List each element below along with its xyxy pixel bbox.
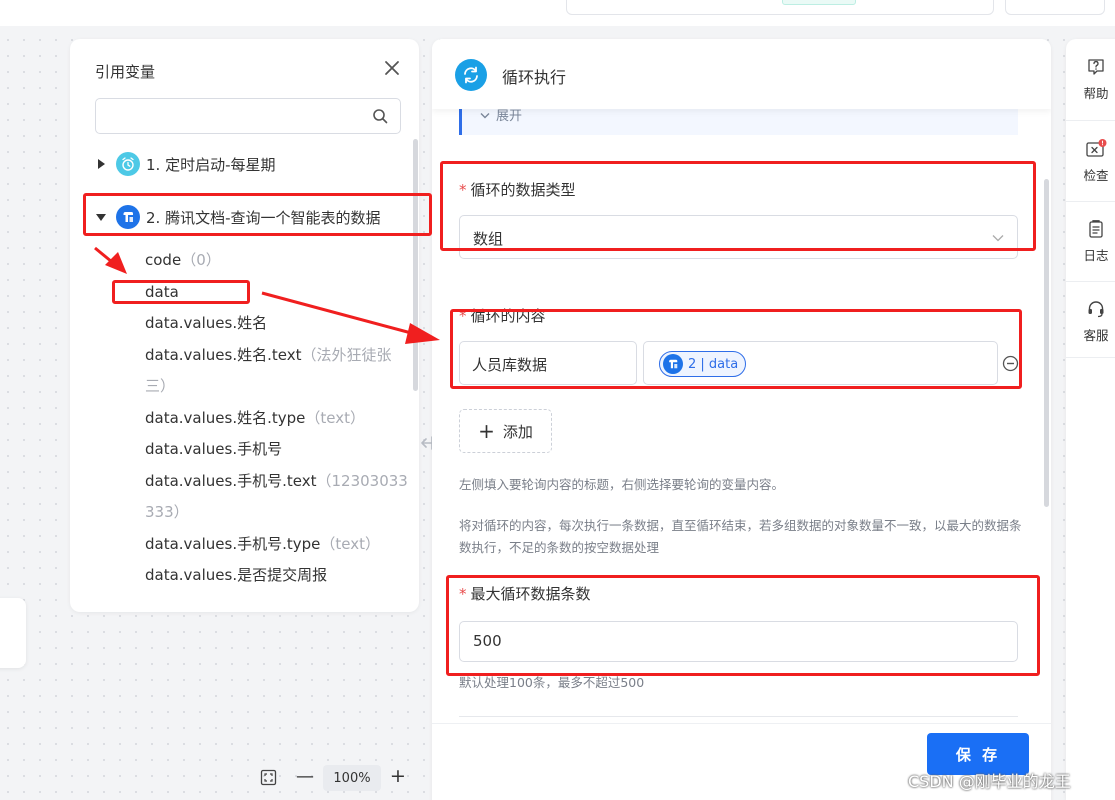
variable-search[interactable] bbox=[95, 98, 401, 134]
right-toolbar: 帮助 检查 日志 客服 bbox=[1066, 39, 1115, 800]
divider bbox=[459, 716, 1018, 717]
panel-title: 引用变量 bbox=[95, 63, 156, 81]
variable-item-phone-type[interactable]: data.values.手机号.type（text） bbox=[145, 529, 380, 560]
search-icon[interactable] bbox=[372, 108, 388, 124]
canvas-node-stub[interactable] bbox=[0, 598, 26, 668]
check-icon bbox=[1086, 138, 1107, 157]
divider bbox=[1066, 357, 1115, 358]
loop-config-panel: 循环执行 展开 * 循环的数据类型 数组 * 循环的内容 人员库数据 2 | dat… bbox=[432, 39, 1051, 800]
help-button[interactable]: 帮助 bbox=[1066, 39, 1115, 119]
tree-node-label: 1. 定时启动-每星期 bbox=[146, 155, 276, 174]
log-icon bbox=[1089, 219, 1103, 238]
variable-item-name-text[interactable]: data.values.姓名.text（法外狂徒张 三） bbox=[145, 340, 392, 402]
top-status-chip bbox=[782, 0, 856, 5]
loop-icon bbox=[455, 59, 487, 91]
fit-view-icon[interactable] bbox=[260, 769, 277, 786]
close-icon[interactable] bbox=[383, 59, 401, 77]
annotation-box-data-type bbox=[440, 161, 1036, 251]
annotation-box-loop-content bbox=[450, 309, 1022, 389]
zoom-in-button[interactable]: + bbox=[390, 765, 406, 787]
headset-icon bbox=[1088, 300, 1104, 317]
log-button[interactable]: 日志 bbox=[1066, 201, 1115, 281]
watermark: CSDN @刚毕业的龙王 bbox=[908, 772, 1071, 791]
check-button[interactable]: 检查 bbox=[1066, 121, 1115, 201]
zoom-level[interactable]: 100% bbox=[323, 765, 381, 791]
top-action-button[interactable] bbox=[1005, 0, 1105, 15]
content-help-text: 左侧填入要轮询内容的标题，右侧选择要轮询的变量内容。 bbox=[459, 477, 785, 492]
tree-node-schedule[interactable]: 1. 定时启动-每星期 bbox=[96, 152, 276, 176]
annotation-box-max-count bbox=[446, 575, 1040, 676]
panel-title: 循环执行 bbox=[502, 68, 567, 87]
zoom-out-button[interactable]: — bbox=[296, 766, 314, 787]
add-content-button[interactable]: + 添加 bbox=[459, 409, 552, 453]
panel-scrollbar[interactable] bbox=[413, 139, 418, 391]
alarm-clock-icon bbox=[116, 152, 140, 176]
variable-item-name-type[interactable]: data.values.姓名.type（text） bbox=[145, 403, 365, 434]
variable-item-phone-text[interactable]: data.values.手机号.text（12303033 333） bbox=[145, 466, 408, 528]
variable-item-name[interactable]: data.values.姓名 bbox=[145, 308, 267, 339]
reference-variables-panel: 引用变量 1. 定时启动-每星期 2. 腾讯文档-查询一个智能表的数据 code… bbox=[70, 39, 419, 612]
annotation-box-node bbox=[83, 193, 432, 236]
plus-icon: + bbox=[478, 419, 495, 443]
variable-item-phone[interactable]: data.values.手机号 bbox=[145, 434, 282, 465]
panel-scrollbar[interactable] bbox=[1044, 179, 1049, 507]
caret-right-icon[interactable] bbox=[96, 159, 106, 169]
annotation-box-data bbox=[112, 280, 250, 304]
customer-service-button[interactable]: 客服 bbox=[1066, 281, 1115, 361]
content-help-detail: 将对循环的内容，每次执行一条数据，直至循环结束，若多组数据的对象数量不一致，以最… bbox=[459, 518, 1022, 555]
variable-item-code[interactable]: code（0） bbox=[145, 245, 221, 276]
chevron-down-icon bbox=[480, 113, 490, 119]
help-icon bbox=[1088, 58, 1104, 75]
panel-header: 循环执行 bbox=[432, 39, 1051, 109]
top-input-box[interactable] bbox=[566, 0, 994, 15]
search-input[interactable] bbox=[96, 99, 366, 133]
variable-item-weekly-report[interactable]: data.values.是否提交周报 bbox=[145, 560, 327, 591]
